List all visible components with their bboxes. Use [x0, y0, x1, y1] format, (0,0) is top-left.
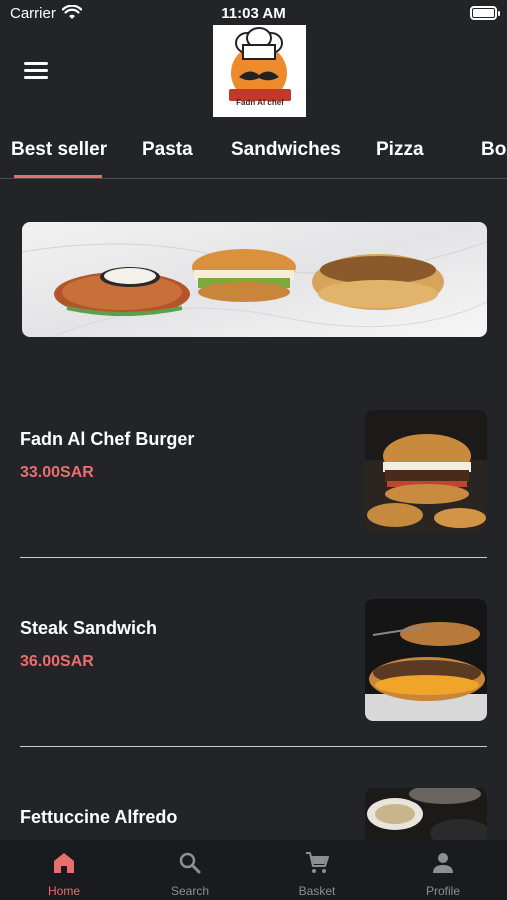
food-banner-image	[22, 222, 487, 337]
category-tabs: Best seller Pasta Sandwiches Pizza Box	[0, 125, 507, 179]
product-price: 33.00SAR	[20, 464, 94, 481]
tab-pizza[interactable]: Pizza	[376, 139, 424, 161]
nav-profile[interactable]: Profile	[380, 840, 506, 900]
tab-best-seller[interactable]: Best seller	[11, 139, 107, 161]
product-name: Steak Sandwich	[20, 618, 158, 638]
active-tab-indicator	[14, 175, 102, 178]
cart-icon	[306, 852, 329, 873]
logo-text: Fadn Al chef	[236, 98, 284, 107]
product-name: Fadn Al Chef Burger	[20, 429, 195, 449]
person-icon	[433, 853, 453, 873]
home-icon	[54, 853, 74, 873]
tab-pasta[interactable]: Pasta	[142, 139, 193, 161]
restaurant-logo: Fadn Al chef	[213, 25, 306, 117]
tab-box[interactable]: Box	[481, 139, 507, 161]
nav-home[interactable]: Home	[1, 840, 127, 900]
bottom-navigation: Home Search Basket Profile	[0, 840, 507, 900]
nav-search[interactable]: Search	[127, 840, 253, 900]
nav-search-label: Search	[170, 884, 210, 898]
product-card[interactable]: Steak Sandwich 36.00SAR	[20, 599, 487, 721]
hamburger-menu-icon[interactable]	[24, 62, 48, 82]
nav-basket-label: Basket	[298, 884, 336, 898]
nav-home-label: Home	[47, 884, 80, 898]
nav-basket[interactable]: Basket	[254, 840, 380, 900]
product-card[interactable]: Fadn Al Chef Burger 33.00SAR	[20, 410, 487, 532]
battery-icon	[470, 6, 500, 20]
tab-sandwiches[interactable]: Sandwiches	[231, 139, 341, 161]
nav-profile-label: Profile	[425, 884, 460, 898]
promo-banner[interactable]	[22, 222, 487, 337]
clock: 11:03 AM	[221, 5, 286, 22]
divider	[20, 557, 487, 558]
product-price: 36.00SAR	[20, 653, 94, 670]
product-name: Fettuccine Alfredo	[20, 807, 178, 827]
burger-fries-photo	[365, 410, 487, 532]
steak-sandwich-photo	[365, 599, 487, 721]
status-bar: Carrier 11:03 AM	[0, 0, 507, 28]
search-icon	[179, 852, 201, 874]
divider	[20, 746, 487, 747]
